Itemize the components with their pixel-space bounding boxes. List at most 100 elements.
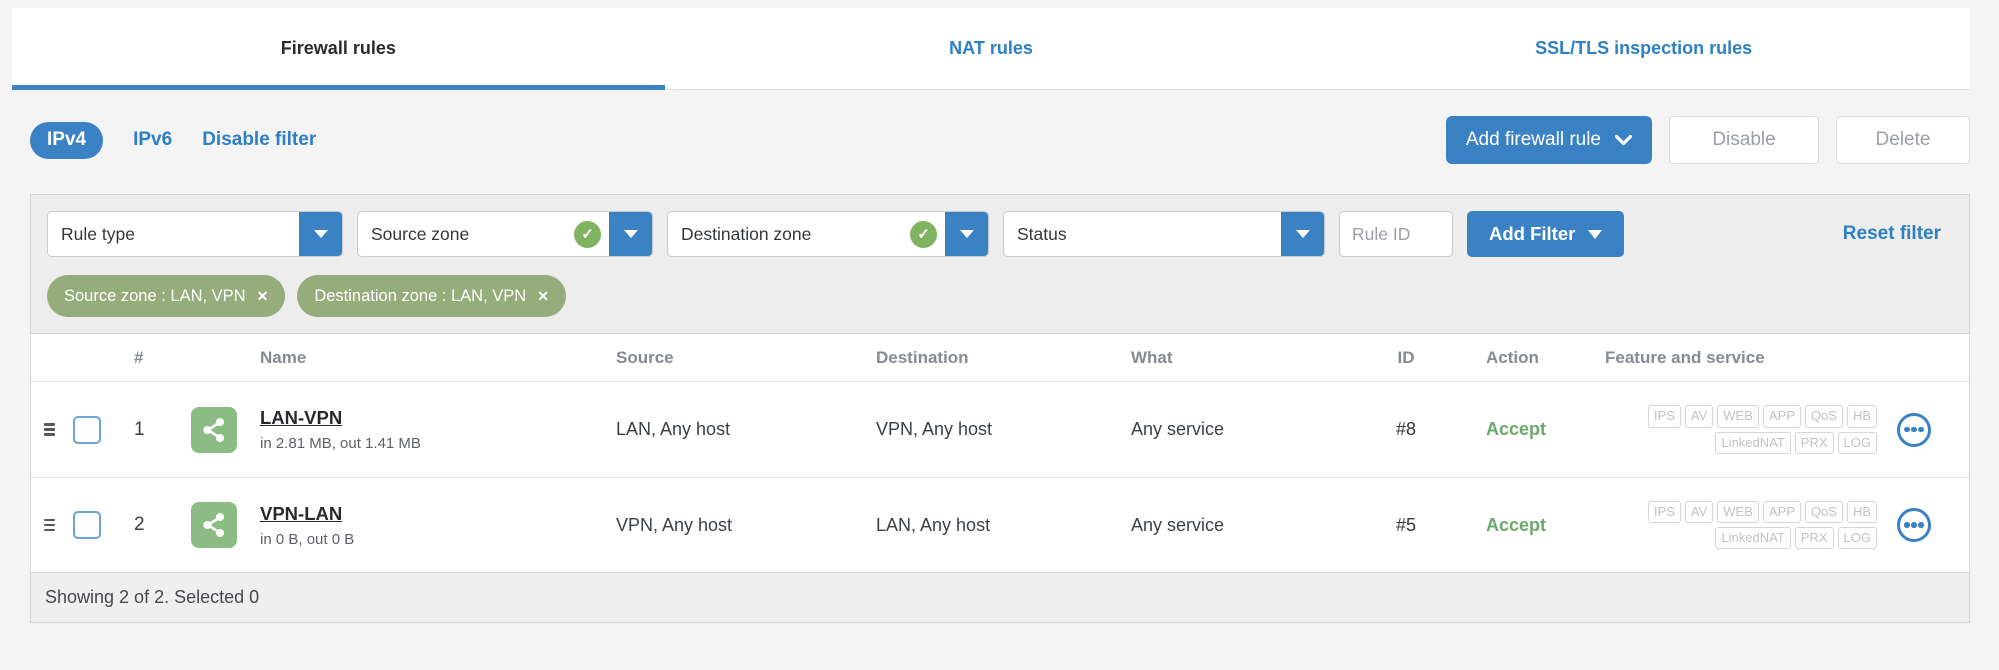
badge-qos: QoS [1804,405,1843,428]
caret-down-icon [1296,230,1310,238]
status-dropdown-caret[interactable] [1281,212,1324,256]
caret-down-icon [624,230,638,238]
ipv4-toggle[interactable]: IPv4 [30,121,104,159]
rule-traffic-stats: in 0 B, out 0 B [260,530,355,548]
rule-features-cell: IPS AV WEB APP QoS HB LinkedNAT PRX LOG [1561,405,1969,454]
drag-handle-icon[interactable] [44,518,55,532]
chip-label: Destination zone : LAN, VPN [314,286,527,305]
rule-name-cell: LAN-VPN in 2.81 MB, out 1.41 MB [186,406,611,453]
row-checkbox[interactable] [73,415,101,444]
feature-badges: IPS AV WEB APP QoS HB LinkedNAT PRX LOG [1619,500,1877,550]
destination-zone-filter-chip: Destination zone : LAN, VPN ✕ [297,275,566,317]
chip-label: Source zone : LAN, VPN [64,286,246,305]
status-dropdown-label: Status [1017,223,1067,244]
rule-what: Any service [1131,514,1225,535]
rule-type-dropdown[interactable]: Rule type [47,211,343,257]
row-menu-ellipsis-icon[interactable] [1897,508,1931,542]
share-icon [191,406,237,453]
header-action: Action [1486,347,1539,367]
source-zone-dropdown-caret[interactable] [609,212,652,256]
table-row: 1 LAN-VPN in 2.81 MB, out 1.41 MB LAN, A… [31,382,1969,477]
badge-ips: IPS [1647,405,1681,428]
rule-id-input[interactable] [1339,211,1453,257]
badge-log: LOG [1837,527,1877,550]
add-firewall-rule-button[interactable]: Add firewall rule [1445,116,1652,164]
rule-what: Any service [1131,419,1225,439]
close-icon[interactable]: ✕ [537,288,549,305]
caret-down-icon [314,230,328,238]
filter-controls: Rule type Source zone ✓ Destination zone… [47,211,1953,257]
drag-handle-icon[interactable] [44,423,55,436]
badge-hb: HB [1846,405,1877,428]
disable-button[interactable]: Disable [1669,116,1819,164]
rule-source: LAN, Any host [616,419,731,439]
toolbar-actions: Add firewall rule Disable Delete [1445,116,1970,164]
rules-tab-bar: Firewall rules NAT rules SSL/TLS inspect… [12,8,1970,90]
header-number: # [134,347,144,367]
active-filter-chips: Source zone : LAN, VPN ✕ Destination zon… [47,275,1953,317]
rule-features-cell: IPS AV WEB APP QoS HB LinkedNAT PRX LOG [1561,500,1969,550]
rule-destination: VPN, Any host [876,419,993,439]
rules-panel: Rule type Source zone ✓ Destination zone… [30,194,1970,623]
add-firewall-rule-label: Add firewall rule [1465,129,1601,150]
rule-action-status: Accept [1486,419,1547,439]
badge-av: AV [1684,500,1714,523]
header-id: ID [1397,347,1415,367]
badge-linkednat: LinkedNAT [1715,431,1791,454]
chevron-down-icon [1615,134,1632,145]
tab-firewall-rules[interactable]: Firewall rules [12,8,665,90]
rule-source: VPN, Any host [616,514,733,535]
caret-down-icon [960,230,974,238]
badge-web: WEB [1717,500,1759,523]
add-filter-button[interactable]: Add Filter [1467,211,1625,257]
row-checkbox[interactable] [73,511,101,539]
badge-prx: PRX [1794,527,1834,550]
badge-prx: PRX [1794,431,1834,454]
check-circle-icon: ✓ [910,220,937,248]
badge-app: APP [1762,500,1801,523]
source-zone-dropdown[interactable]: Source zone ✓ [357,211,653,257]
rule-id: #8 [1395,419,1417,439]
caret-down-icon [1588,229,1603,239]
rule-name-link[interactable]: LAN-VPN [260,407,342,429]
rule-id: #5 [1395,514,1417,535]
header-feature-and-service: Feature and service [1605,347,1765,367]
destination-zone-dropdown[interactable]: Destination zone ✓ [667,211,989,257]
table-footer-summary: Showing 2 of 2. Selected 0 [31,572,1969,622]
source-zone-dropdown-label: Source zone [371,223,470,244]
check-circle-icon: ✓ [574,220,601,248]
header-name: Name [260,347,307,367]
badge-log: LOG [1837,431,1877,454]
badge-qos: QoS [1804,500,1843,523]
row-menu-ellipsis-icon[interactable] [1897,412,1931,447]
toolbar: IPv4 IPv6 Disable filter Add firewall ru… [30,116,1970,164]
destination-zone-dropdown-label: Destination zone [681,223,812,244]
badge-hb: HB [1846,500,1877,523]
rule-type-dropdown-caret[interactable] [299,212,342,256]
badge-app: APP [1762,405,1801,428]
reset-filter-link[interactable]: Reset filter [1843,223,1941,245]
badge-av: AV [1684,405,1714,428]
delete-button[interactable]: Delete [1836,116,1970,164]
add-filter-label: Add Filter [1489,223,1576,244]
header-destination: Destination [876,347,969,367]
header-what: What [1131,347,1173,367]
row-number: 1 [134,418,145,440]
close-icon[interactable]: ✕ [257,288,269,305]
destination-zone-dropdown-caret[interactable] [945,212,988,256]
tab-ssl-tls-inspection-rules[interactable]: SSL/TLS inspection rules [1317,8,1970,89]
rule-action-status: Accept [1486,514,1547,535]
rule-destination: LAN, Any host [876,514,991,535]
rule-traffic-stats: in 2.81 MB, out 1.41 MB [260,435,421,452]
ipv6-toggle[interactable]: IPv6 [133,129,172,151]
rule-name-link[interactable]: VPN-LAN [260,503,342,525]
tab-nat-rules[interactable]: NAT rules [665,8,1318,89]
feature-badges: IPS AV WEB APP QoS HB LinkedNAT PRX LOG [1619,405,1877,454]
badge-web: WEB [1717,405,1759,428]
badge-linkednat: LinkedNAT [1715,527,1791,550]
rule-type-dropdown-label: Rule type [61,223,135,244]
table-header-row: # Name Source Destination What ID Action… [31,334,1969,382]
firewall-rules-table: # Name Source Destination What ID Action… [31,334,1969,622]
disable-filter-link[interactable]: Disable filter [202,129,316,151]
status-dropdown[interactable]: Status [1003,211,1325,257]
